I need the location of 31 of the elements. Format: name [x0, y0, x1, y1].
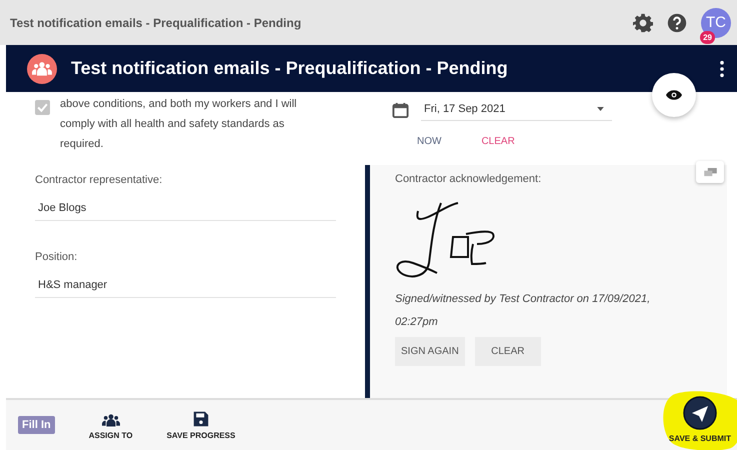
- help-icon[interactable]: [667, 12, 687, 32]
- text-field[interactable]: H&S manager: [35, 275, 336, 298]
- text-button[interactable]: CLEAR: [481, 136, 515, 147]
- panel-label: Contractor acknowledgement:: [395, 173, 542, 185]
- toolbar-button[interactable]: ASSIGN TO: [88, 410, 133, 440]
- group-icon: [27, 54, 57, 84]
- calendar-icon: [392, 102, 409, 119]
- settings-icon[interactable]: [633, 12, 653, 32]
- field-label: Position:: [35, 251, 78, 263]
- field-label: Contractor representative:: [35, 174, 164, 186]
- declaration-text: above conditions, and both my workers and I will comply with all health and safety standards as required.: [60, 97, 298, 152]
- toolbar-button[interactable]: SAVE PROGRESS: [166, 410, 236, 440]
- panel-button[interactable]: SIGN AGAIN: [395, 337, 465, 366]
- chat-icon: [704, 168, 716, 176]
- save-icon: [192, 410, 210, 426]
- send-icon: [682, 396, 717, 430]
- comments-button[interactable]: [696, 161, 724, 183]
- status-badge: Fill In: [18, 416, 55, 434]
- page-title: Test notification emails - Prequalification - Pending: [10, 16, 302, 30]
- date-field[interactable]: Fri, 17 Sep 2021: [421, 100, 612, 121]
- notification-badge: 29: [700, 30, 715, 44]
- checkbox[interactable]: [35, 100, 50, 115]
- form-title: Test notification emails - Prequalification - Pending: [71, 58, 509, 79]
- eye-icon: [666, 90, 682, 100]
- preview-button[interactable]: [652, 73, 696, 117]
- signature-caption: Signed/witnessed by Test Contractor on 17/09/2021, 02:27pm: [395, 292, 652, 330]
- more-icon[interactable]: [719, 60, 725, 78]
- panel-button[interactable]: CLEAR: [474, 337, 541, 366]
- text-field[interactable]: Joe Blogs: [35, 198, 336, 221]
- dropdown-icon: [597, 107, 604, 111]
- text-button[interactable]: NOW: [417, 136, 442, 147]
